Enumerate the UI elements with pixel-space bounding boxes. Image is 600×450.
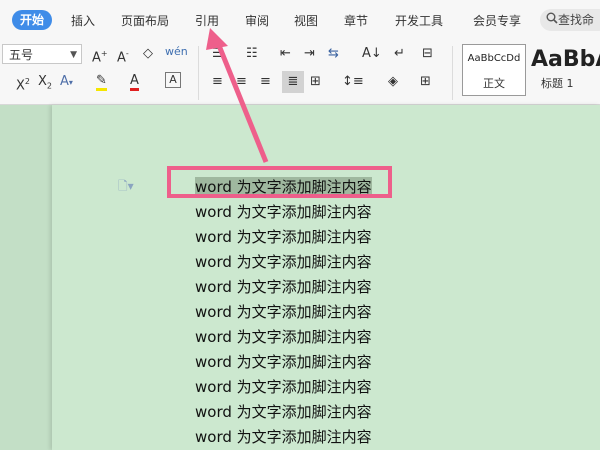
annotation-arrow (206, 28, 269, 163)
